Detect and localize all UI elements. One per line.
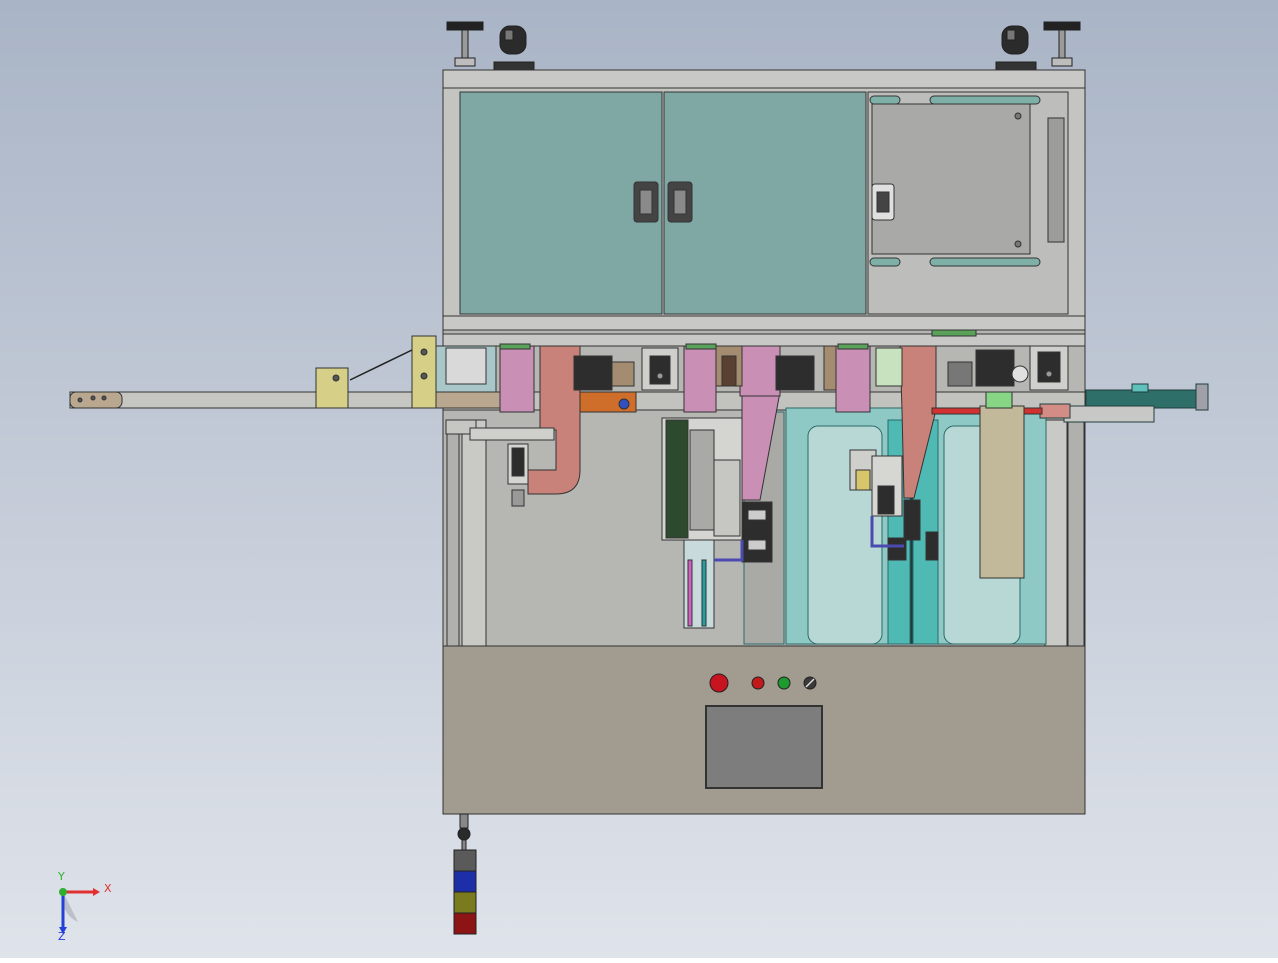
stop-button[interactable] [751, 676, 765, 690]
hmi-touch-screen[interactable] [705, 705, 823, 789]
signal-tower-segment [453, 870, 477, 893]
motor-1 [573, 355, 613, 391]
leveling-foot-right [1043, 21, 1081, 31]
view-orientation-triad: X Y Z [48, 870, 118, 946]
signal-tower-segment [453, 912, 477, 935]
upper-cabinet [442, 69, 1086, 331]
x-axis-label: X [104, 882, 112, 895]
cabinet-base-rail [442, 315, 1086, 331]
pink-slide-3 [835, 345, 871, 413]
leveling-foot-left [446, 21, 484, 31]
signal-tower-segment [453, 849, 477, 872]
cad-viewport[interactable]: X Y Z [0, 0, 1278, 958]
start-button[interactable] [777, 676, 791, 690]
frame-upright-right [1067, 419, 1085, 647]
pink-slide-2 [683, 345, 717, 413]
y-axis-label: Y [58, 870, 65, 883]
cabinet-top-rail [442, 69, 1086, 91]
cabinet-door-right [663, 91, 867, 315]
pink-slide-1 [499, 345, 535, 413]
emergency-stop-button[interactable] [709, 673, 729, 693]
machine-assembly-drawing [0, 0, 1278, 958]
top-beam [442, 333, 1086, 347]
motor-3 [975, 349, 1015, 387]
motor-2 [775, 355, 815, 391]
signal-tower-segment [453, 891, 477, 914]
z-axis-label: Z [58, 930, 66, 943]
frame-upright-left [446, 419, 460, 647]
cabinet-door-left [459, 91, 663, 315]
